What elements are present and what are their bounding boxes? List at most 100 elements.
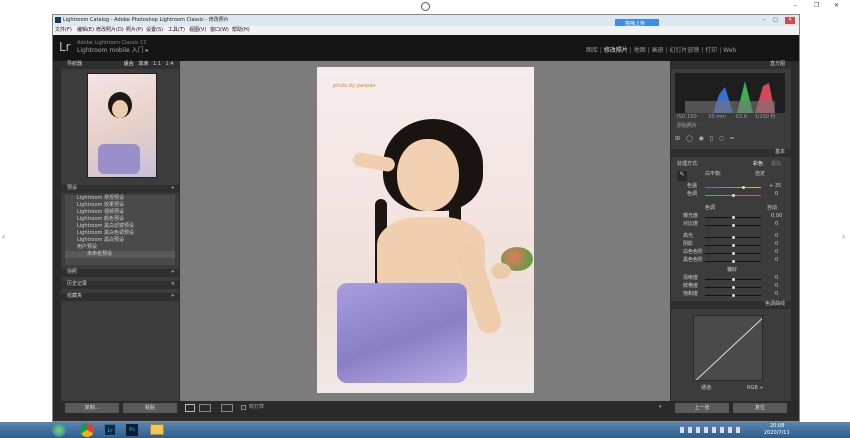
toolbar-menu-icon[interactable]: ▾ xyxy=(659,404,662,411)
redeye-icon[interactable]: ◉ xyxy=(699,135,704,142)
blacks-value[interactable]: 0 xyxy=(775,257,778,264)
module-slideshow[interactable]: 幻灯片放映 xyxy=(669,47,699,54)
zoom-1-1[interactable]: 1:1 xyxy=(153,61,161,67)
preset-folder[interactable]: Lightroom 黑白预设 xyxy=(65,237,175,244)
before-after-icon[interactable] xyxy=(199,404,211,412)
module-print[interactable]: 打印 xyxy=(705,47,717,54)
photoshop-icon[interactable]: Ps xyxy=(126,424,138,436)
treatment-bw[interactable]: 黑白 xyxy=(771,161,781,168)
maximize-button[interactable]: □ xyxy=(773,17,778,24)
saturation-value[interactable]: 0 xyxy=(775,291,778,298)
brand-line-2[interactable]: Lightroom mobile 入门 ▸ xyxy=(77,47,149,55)
preset-folder[interactable]: Lightroom 颜色预设 xyxy=(65,216,175,223)
zoom-fill[interactable]: 填满 xyxy=(138,61,148,67)
history-clear-icon[interactable]: × xyxy=(171,281,175,288)
highlights-value[interactable]: 0 xyxy=(775,233,778,240)
tone-curve-graph[interactable] xyxy=(693,315,763,381)
paste-button[interactable]: 粘贴 xyxy=(123,403,177,413)
clock-date[interactable]: 2020/7/11 xyxy=(764,430,790,437)
clock-time[interactable]: 20:08 xyxy=(770,423,784,430)
module-develop[interactable]: 修改照片 xyxy=(604,47,628,54)
left-arrow-icon[interactable]: ‹ xyxy=(2,232,5,241)
preset-item[interactable]: 未命名预设 xyxy=(65,251,175,258)
reset-button[interactable]: 复位 xyxy=(733,403,787,413)
preset-folder[interactable]: Lightroom 黑白色调预设 xyxy=(65,230,175,237)
snapshots-add-icon[interactable]: + xyxy=(171,269,175,276)
exposure-knob[interactable] xyxy=(732,215,735,219)
radial-icon[interactable]: ○ xyxy=(719,135,724,142)
tone-curve-line[interactable] xyxy=(694,316,762,380)
tone-auto[interactable]: 自动 xyxy=(767,205,777,212)
crop-icon[interactable]: ⊞ xyxy=(675,135,680,142)
loupe-view-icon[interactable] xyxy=(185,404,195,412)
tint-value[interactable]: 0 xyxy=(775,191,778,198)
previous-button[interactable]: 上一张 xyxy=(675,403,729,413)
wb-eyedropper-icon[interactable]: ✎ xyxy=(677,171,687,181)
outer-restore-button[interactable]: ❐ xyxy=(814,2,819,10)
curve-channel-select[interactable]: RGB ÷ xyxy=(747,385,764,392)
exposure-value[interactable]: 0.00 xyxy=(771,213,782,220)
preset-folder[interactable]: Lightroom 视频预设 xyxy=(65,209,175,216)
menu-window[interactable]: 窗口(W) xyxy=(210,27,229,34)
module-web[interactable]: Web xyxy=(723,47,736,54)
menu-develop[interactable]: 修改照片(D) xyxy=(96,27,124,34)
temp-knob[interactable] xyxy=(742,185,745,189)
histogram-header[interactable]: 直方图 xyxy=(671,61,791,69)
wb-value[interactable]: 自定 xyxy=(755,171,765,178)
start-orb-icon[interactable] xyxy=(52,423,66,437)
vibrance-knob[interactable] xyxy=(732,285,735,289)
menu-view[interactable]: 视图(V) xyxy=(189,27,206,34)
minimize-button[interactable]: – xyxy=(763,17,766,24)
outer-minimize-button[interactable]: – xyxy=(794,2,797,10)
menu-settings[interactable]: 设置(S) xyxy=(146,27,163,34)
tint-knob[interactable] xyxy=(732,193,735,197)
lightroom-icon[interactable]: Lr xyxy=(104,424,116,436)
outer-close-button[interactable]: ✕ xyxy=(834,2,839,10)
module-map[interactable]: 地图 xyxy=(634,47,646,54)
right-arrow-icon[interactable]: › xyxy=(842,232,845,241)
presets-add-icon[interactable]: + xyxy=(171,185,175,192)
menu-edit[interactable]: 编辑(E) xyxy=(77,27,94,34)
before-after-2-icon[interactable] xyxy=(221,404,233,412)
collections-add-icon[interactable]: + xyxy=(171,293,175,300)
temp-value[interactable]: + 35 xyxy=(769,183,781,190)
treatment-color[interactable]: 彩色 xyxy=(753,161,763,168)
collections-header[interactable]: 收藏夹 + xyxy=(61,293,179,301)
grad-icon[interactable]: ▯ xyxy=(710,135,713,142)
clarity-value[interactable]: 0 xyxy=(775,275,778,282)
tone-curve-header[interactable]: 色调曲线 xyxy=(671,301,791,309)
histogram[interactable] xyxy=(675,73,785,113)
tray-icons[interactable] xyxy=(680,427,740,433)
contrast-value[interactable]: 0 xyxy=(775,221,778,228)
basic-header[interactable]: 基本 xyxy=(671,149,791,157)
menu-tools[interactable]: 工具(T) xyxy=(168,27,185,34)
vibrance-value[interactable]: 0 xyxy=(775,283,778,290)
preset-folder[interactable]: Lightroom 黑白滤镜预设 xyxy=(65,223,175,230)
menu-help[interactable]: 帮助(H) xyxy=(232,27,250,34)
close-button[interactable]: ✕ xyxy=(785,17,796,24)
zoom-1-4[interactable]: 1:4 xyxy=(165,61,173,67)
brush-icon[interactable]: ━ xyxy=(730,135,734,142)
history-header[interactable]: 历史记录 × xyxy=(61,281,179,289)
spot-icon[interactable]: ◯ xyxy=(686,135,693,142)
shadows-value[interactable]: 0 xyxy=(775,241,778,248)
preset-folder[interactable]: 用户预设 xyxy=(65,244,175,251)
original-photo-checkbox[interactable]: 原始照片 xyxy=(677,123,697,130)
clarity-knob[interactable] xyxy=(732,277,735,281)
softproof-checkbox[interactable] xyxy=(241,405,246,410)
snapshots-header[interactable]: 快照 + xyxy=(61,269,179,277)
menu-file[interactable]: 文件(F) xyxy=(55,27,72,34)
preset-folder[interactable]: Lightroom 常规预设 xyxy=(65,195,175,202)
zoom-fit[interactable]: 适合 xyxy=(124,61,134,67)
navigator-header[interactable]: 导航器 适合 填满 1:1 1:4 xyxy=(61,61,179,69)
saturation-knob[interactable] xyxy=(732,293,735,297)
contrast-knob[interactable] xyxy=(732,223,735,227)
whites-knob[interactable] xyxy=(732,251,735,255)
temp-slider[interactable] xyxy=(705,187,761,188)
chrome-icon[interactable] xyxy=(80,423,94,437)
navigator-preview[interactable] xyxy=(87,73,157,178)
copy-button[interactable]: 复制... xyxy=(65,403,119,413)
shadows-knob[interactable] xyxy=(732,243,735,247)
main-photo[interactable]: photo by panpan xyxy=(317,67,534,393)
module-library[interactable]: 图库 xyxy=(586,47,598,54)
